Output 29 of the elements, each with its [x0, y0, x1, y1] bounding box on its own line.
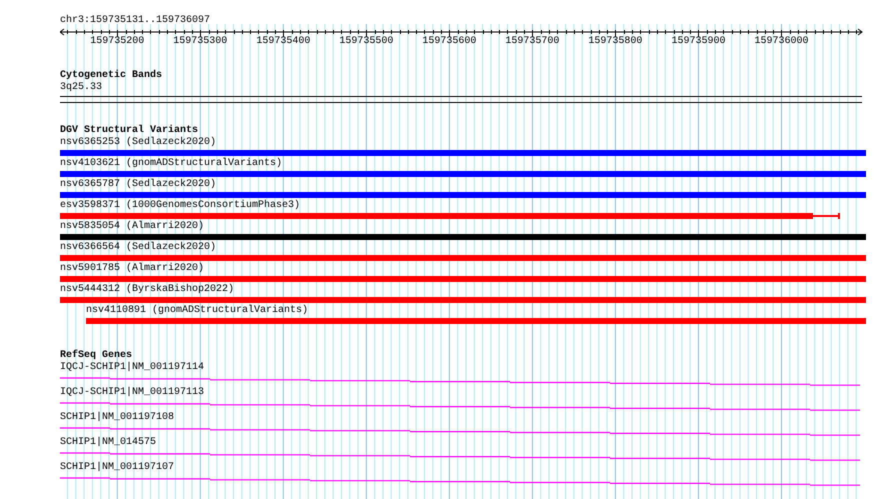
whisker-line: [812, 215, 839, 217]
tick-label: 159735400: [256, 36, 310, 48]
feature-label: nsv4103621 (gnomADStructuralVariants): [60, 158, 282, 170]
position-range: chr3:159735131..159736097: [60, 15, 210, 27]
tick-label: 159736000: [754, 36, 808, 48]
tick-label: 159735500: [339, 36, 394, 48]
track-title: DGV Structural Variants: [60, 125, 198, 136]
feature-label: nsv6365787 (Sedlazeck2020): [60, 179, 216, 191]
feature-label: nsv5835054 (Almarri2020): [60, 221, 204, 233]
feature-label: 3q25.33: [60, 82, 102, 94]
feature-label: nsv6366564 (Sedlazeck2020): [60, 242, 216, 254]
tick-label: 159735200: [90, 36, 144, 48]
tick-label: 159735300: [173, 36, 228, 48]
feature-label: nsv6365253 (Sedlazeck2020): [60, 137, 216, 149]
track-title: RefSeq Genes: [60, 350, 132, 362]
feature-label: IQCJ-SCHIP1|NM_001197113: [60, 387, 204, 399]
feature-label: SCHIP1|NM_014575: [60, 437, 156, 449]
tick-label: 159735800: [588, 36, 642, 48]
feature-label: IQCJ-SCHIP1|NM_001197114: [60, 362, 204, 374]
feature-label: nsv5901785 (Almarri2020): [60, 263, 204, 275]
feature-label: nsv5444312 (ByrskaBishop2022): [60, 284, 234, 296]
feature-label: esv3598371 (1000GenomesConsortiumPhase3): [60, 200, 300, 212]
feature-label: nsv4110891 (gnomADStructuralVariants): [86, 305, 308, 317]
feature-label: SCHIP1|NM_001197107: [60, 462, 174, 474]
tick-label: 159735600: [422, 36, 476, 48]
tick-label: 159735700: [505, 36, 560, 48]
feature-label: SCHIP1|NM_001197108: [60, 412, 174, 424]
track-title: Cytogenetic Bands: [60, 70, 162, 82]
tick-label: 159735900: [671, 36, 726, 48]
